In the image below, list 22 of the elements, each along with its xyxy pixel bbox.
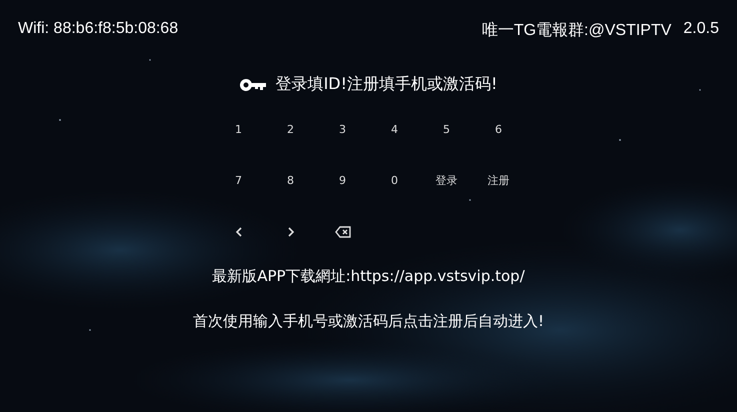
keypad-key[interactable]: 0 <box>382 168 406 192</box>
channel-label: 唯一TG電報群:@VSTIPTV <box>482 20 672 41</box>
keypad-key[interactable]: 1 <box>226 118 250 142</box>
usage-instruction: 首次使用输入手机号或激活码后点击注册后自动进入! <box>192 312 544 331</box>
keypad-key[interactable]: 3 <box>330 118 354 142</box>
keypad-key[interactable]: 8 <box>278 168 302 192</box>
chevron-left-icon <box>234 226 244 238</box>
chevron-right-icon <box>286 226 296 238</box>
backspace-icon <box>334 226 350 238</box>
version-label: 2.0.5 <box>683 20 719 39</box>
keypad-key[interactable]: 2 <box>278 118 302 142</box>
keypad-key[interactable]: 5 <box>434 118 458 142</box>
keypad-key[interactable]: 注册 <box>486 168 510 192</box>
keypad-key[interactable]: 4 <box>382 118 406 142</box>
keypad-key[interactable]: 登录 <box>434 168 458 192</box>
keypad-key[interactable]: 7 <box>226 168 250 192</box>
key-icon <box>240 78 266 90</box>
keypad-key[interactable]: 9 <box>330 168 354 192</box>
keypad-key[interactable]: 6 <box>486 118 510 142</box>
wifi-address: Wifi: 88:b6:f8:5b:08:68 <box>18 20 178 39</box>
download-note: 最新版APP下载網址:https://app.vstsvip.top/ <box>212 267 525 286</box>
login-instruction: 登录填ID!注册填手机或激活码! <box>276 74 498 95</box>
